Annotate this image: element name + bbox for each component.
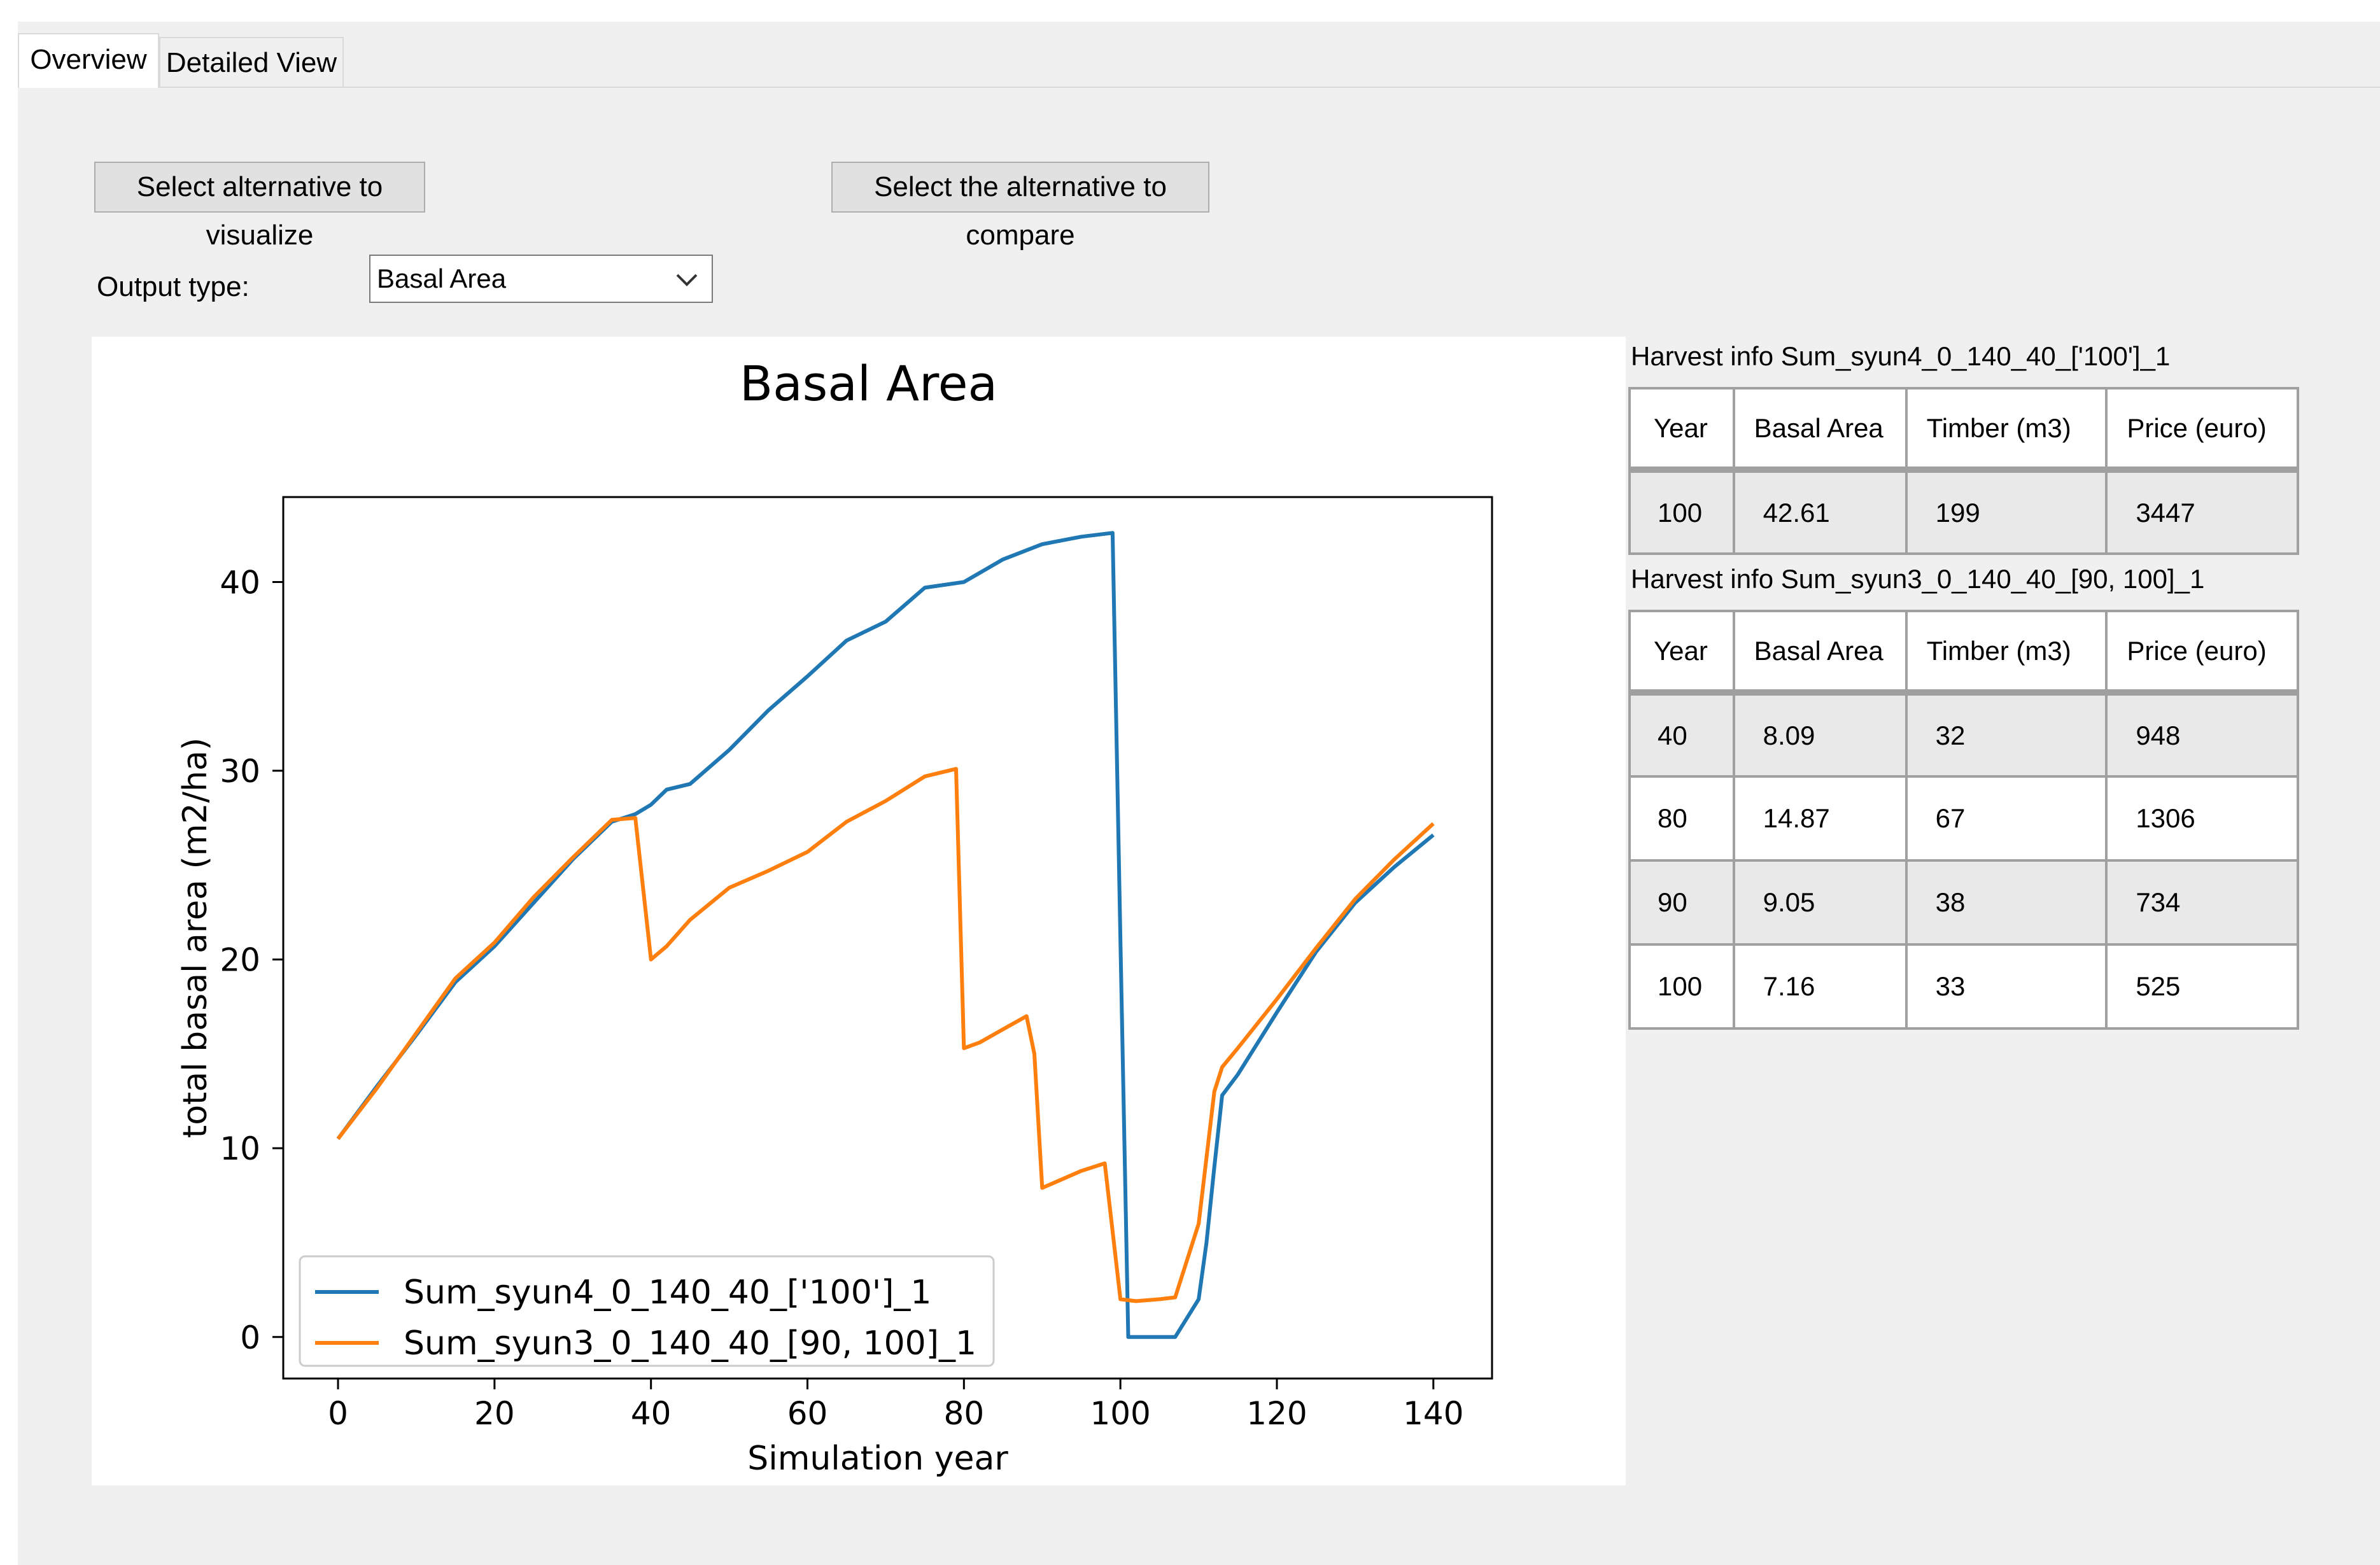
harvest-table-1-caption: Harvest info Sum_syun4_0_140_40_['100']_… [1631, 341, 2171, 371]
column-header[interactable]: Basal Area [1732, 610, 1908, 694]
table-cell[interactable]: 8.09 [1732, 691, 1908, 778]
table-cell[interactable]: 38 [1905, 859, 2108, 946]
table-cell[interactable]: 1306 [2105, 775, 2299, 862]
column-header[interactable]: Basal Area [1732, 387, 1908, 471]
column-header[interactable]: Price (euro) [2105, 610, 2299, 694]
table-cell[interactable]: 90 [1628, 859, 1735, 946]
x-tick-label: 120 [1246, 1395, 1307, 1432]
table-cell[interactable]: 948 [2105, 691, 2299, 778]
table-cell[interactable]: 14.87 [1732, 775, 1908, 862]
compare-alternative-button[interactable]: Select the alternative to compare [831, 162, 1209, 251]
table-cell[interactable]: 7.16 [1732, 943, 1908, 1030]
x-tick-label: 80 [944, 1395, 985, 1432]
harvest-table-2-caption: Harvest info Sum_syun3_0_140_40_[90, 100… [1631, 564, 2205, 594]
y-tick-label: 10 [220, 1130, 260, 1167]
table-row[interactable]: 40 8.09 32 948 [1628, 691, 2299, 778]
table-cell[interactable]: 32 [1905, 691, 2108, 778]
legend-label-1: Sum_syun4_0_140_40_['100']_1 [404, 1274, 932, 1312]
chart-legend: Sum_syun4_0_140_40_['100']_1 Sum_syun3_0_… [299, 1255, 995, 1367]
y-tick-label: 30 [220, 753, 260, 790]
y-tick-label: 0 [240, 1319, 260, 1356]
output-type-dropdown[interactable]: Basal Area [369, 255, 713, 303]
select-alternative-button[interactable]: Select alternative to visualize [94, 162, 425, 251]
chart-canvas: Basal Area 0 20 40 60 80 100 120 140 0 10 20 30 40 Sim… [176, 355, 1493, 1478]
basal-area-chart: Basal Area 0 20 40 60 80 100 120 140 0 10 20 30 40 Sim… [92, 337, 1626, 1485]
x-tick-label: 140 [1403, 1395, 1463, 1432]
x-tick-label: 0 [328, 1395, 348, 1432]
x-axis-label: Simulation year [747, 1440, 1008, 1478]
column-header[interactable]: Timber (m3) [1905, 387, 2108, 471]
tab-bar: Overview Detailed View [18, 22, 2380, 88]
x-tick-label: 60 [787, 1395, 828, 1432]
x-tick-label: 100 [1090, 1395, 1150, 1432]
x-tick-label: 40 [631, 1395, 672, 1432]
table-cell[interactable]: 100 [1628, 943, 1735, 1030]
column-header[interactable]: Year [1628, 387, 1735, 471]
application-window: Overview Detailed View Select alternativ… [18, 22, 2380, 1565]
chevron-down-icon [676, 274, 698, 286]
table-row[interactable]: 90 9.05 38 734 [1628, 859, 2299, 946]
table-cell[interactable]: 42.61 [1732, 468, 1908, 555]
output-type-value: Basal Area [377, 263, 507, 293]
harvest-table-1: Year Basal Area Timber (m3) Price (euro) 100… [1628, 387, 2299, 555]
table-cell[interactable]: 199 [1905, 468, 2108, 555]
legend-label-2: Sum_syun3_0_140_40_[90, 100]_1 [404, 1324, 976, 1363]
table-cell[interactable]: 9.05 [1732, 859, 1908, 946]
y-tick-label: 20 [220, 942, 260, 979]
table-cell[interactable]: 734 [2105, 859, 2299, 946]
tab-detailed-view[interactable]: Detailed View [159, 37, 344, 87]
column-header[interactable]: Price (euro) [2105, 387, 2299, 471]
table-cell[interactable]: 67 [1905, 775, 2108, 862]
series-line-2 [336, 767, 1435, 1303]
x-tick-label: 20 [474, 1395, 515, 1432]
chart-title: Basal Area [740, 355, 997, 412]
table-row[interactable]: 80 14.87 67 1306 [1628, 775, 2299, 862]
table-cell[interactable]: 33 [1905, 943, 2108, 1030]
y-axis-label: total basal area (m2/ha) [176, 738, 215, 1138]
column-header[interactable]: Year [1628, 610, 1735, 694]
table-row[interactable]: 100 42.61 199 3447 [1628, 468, 2299, 555]
plot-frame [282, 496, 1493, 1380]
table-cell[interactable]: 40 [1628, 691, 1735, 778]
tab-overview[interactable]: Overview [18, 33, 159, 88]
table-cell[interactable]: 80 [1628, 775, 1735, 862]
harvest-table-2: Year Basal Area Timber (m3) Price (euro) 40 8… [1628, 610, 2299, 1030]
y-tick-label: 40 [220, 564, 260, 601]
table-cell[interactable]: 100 [1628, 468, 1735, 555]
table-cell[interactable]: 3447 [2105, 468, 2299, 555]
column-header[interactable]: Timber (m3) [1905, 610, 2108, 694]
output-type-label: Output type: [97, 271, 250, 302]
table-row[interactable]: 100 7.16 33 525 [1628, 943, 2299, 1030]
table-cell[interactable]: 525 [2105, 943, 2299, 1030]
